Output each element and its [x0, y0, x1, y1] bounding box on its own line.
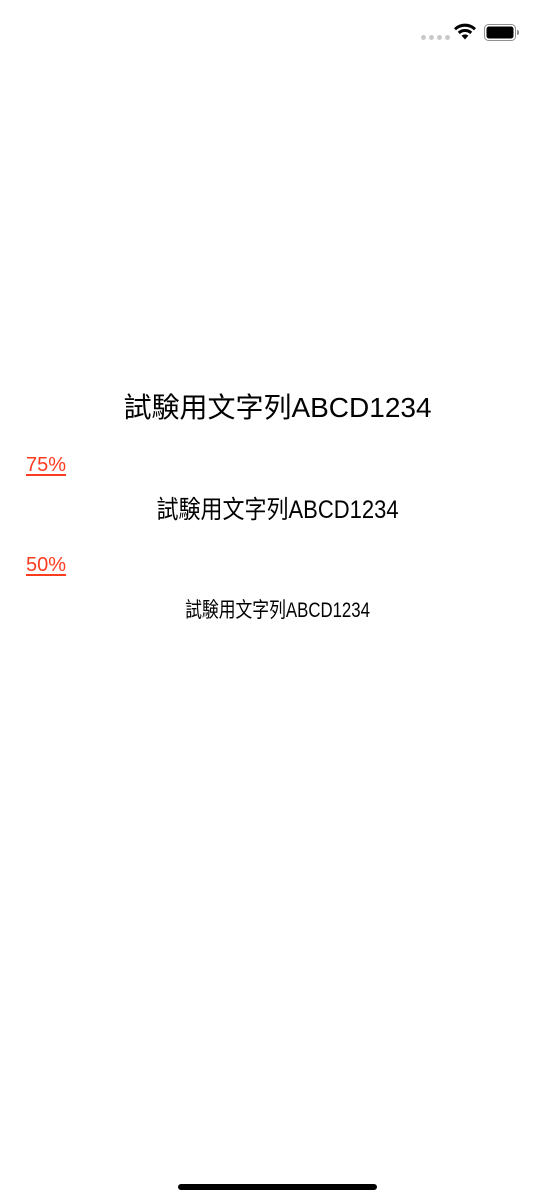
sample-text-75: 試験用文字列ABCD1234: [0, 490, 555, 526]
scale-75-link[interactable]: 75%: [26, 454, 66, 477]
signal-dots-icon: [421, 35, 450, 40]
wifi-icon: [454, 23, 476, 40]
status-bar: [0, 0, 555, 60]
sample-text-100: 試験用文字列ABCD1234: [123, 392, 432, 423]
battery-icon: [484, 24, 519, 41]
sample-text-50: 試験用文字列ABCD1234: [0, 594, 555, 624]
sample-text-75-label: 試験用文字列ABCD1234: [156, 496, 399, 524]
scale-50-link[interactable]: 50%: [26, 554, 66, 577]
sample-text-50-label: 試験用文字列ABCD1234: [185, 599, 370, 622]
home-indicator[interactable]: [178, 1184, 377, 1190]
